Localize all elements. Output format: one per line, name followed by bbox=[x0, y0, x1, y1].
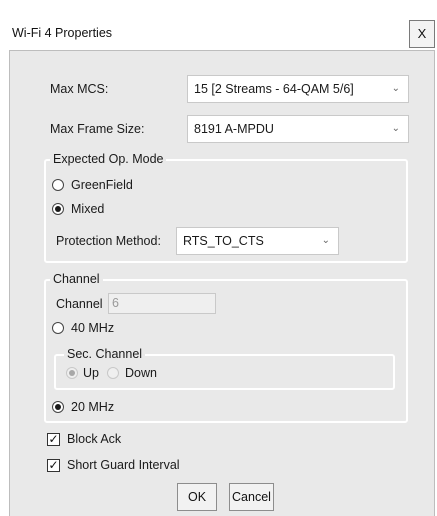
20mhz-radio[interactable] bbox=[52, 401, 64, 413]
chevron-down-icon: ⌄ bbox=[391, 123, 400, 134]
20mhz-label[interactable]: 20 MHz bbox=[71, 400, 114, 414]
block-ack-label[interactable]: Block Ack bbox=[67, 432, 121, 446]
sec-channel-down-label[interactable]: Down bbox=[125, 366, 157, 380]
cancel-button[interactable]: Cancel bbox=[229, 483, 274, 511]
window-title: Wi-Fi 4 Properties bbox=[12, 26, 113, 40]
max-mcs-select[interactable]: 15 [2 Streams - 64-QAM 5/6] ⌄ bbox=[187, 75, 409, 103]
op-mode-legend: Expected Op. Mode bbox=[50, 152, 167, 166]
max-mcs-label: Max MCS: bbox=[50, 82, 109, 96]
checkmark-icon: ✓ bbox=[48, 458, 59, 472]
sec-channel-up-label[interactable]: Up bbox=[83, 366, 99, 380]
title-bar: Wi-Fi 4 Properties X bbox=[0, 0, 437, 50]
checkmark-icon: ✓ bbox=[48, 432, 59, 446]
chevron-down-icon: ⌄ bbox=[391, 83, 400, 94]
sec-channel-up-radio[interactable] bbox=[66, 367, 78, 379]
chevron-down-icon: ⌄ bbox=[321, 235, 330, 246]
40mhz-label[interactable]: 40 MHz bbox=[71, 321, 114, 335]
short-guard-interval-label[interactable]: Short Guard Interval bbox=[67, 458, 180, 472]
close-button[interactable]: X bbox=[409, 20, 435, 48]
wifi4-properties-dialog: Wi-Fi 4 Properties X Max MCS: 15 [2 Stre… bbox=[0, 0, 437, 516]
dialog-body: Max MCS: 15 [2 Streams - 64-QAM 5/6] ⌄ M… bbox=[9, 50, 435, 516]
40mhz-radio[interactable] bbox=[52, 322, 64, 334]
mixed-label[interactable]: Mixed bbox=[71, 202, 104, 216]
protection-method-label: Protection Method: bbox=[56, 234, 161, 248]
max-mcs-value: 15 [2 Streams - 64-QAM 5/6] bbox=[194, 82, 354, 96]
sec-channel-down-radio[interactable] bbox=[107, 367, 119, 379]
greenfield-label[interactable]: GreenField bbox=[71, 178, 133, 192]
channel-number-input[interactable]: 6 bbox=[108, 293, 216, 314]
ok-button[interactable]: OK bbox=[177, 483, 217, 511]
channel-legend: Channel bbox=[50, 272, 103, 286]
block-ack-checkbox[interactable]: ✓ bbox=[47, 433, 60, 446]
mixed-radio[interactable] bbox=[52, 203, 64, 215]
channel-number-label: Channel bbox=[56, 297, 103, 311]
protection-method-value: RTS_TO_CTS bbox=[183, 234, 264, 248]
short-guard-interval-checkbox[interactable]: ✓ bbox=[47, 459, 60, 472]
sec-channel-legend: Sec. Channel bbox=[64, 347, 146, 361]
max-frame-size-select[interactable]: 8191 A-MPDU ⌄ bbox=[187, 115, 409, 143]
max-frame-size-value: 8191 A-MPDU bbox=[194, 122, 274, 136]
protection-method-select[interactable]: RTS_TO_CTS ⌄ bbox=[176, 227, 339, 255]
max-frame-size-label: Max Frame Size: bbox=[50, 122, 145, 136]
greenfield-radio[interactable] bbox=[52, 179, 64, 191]
